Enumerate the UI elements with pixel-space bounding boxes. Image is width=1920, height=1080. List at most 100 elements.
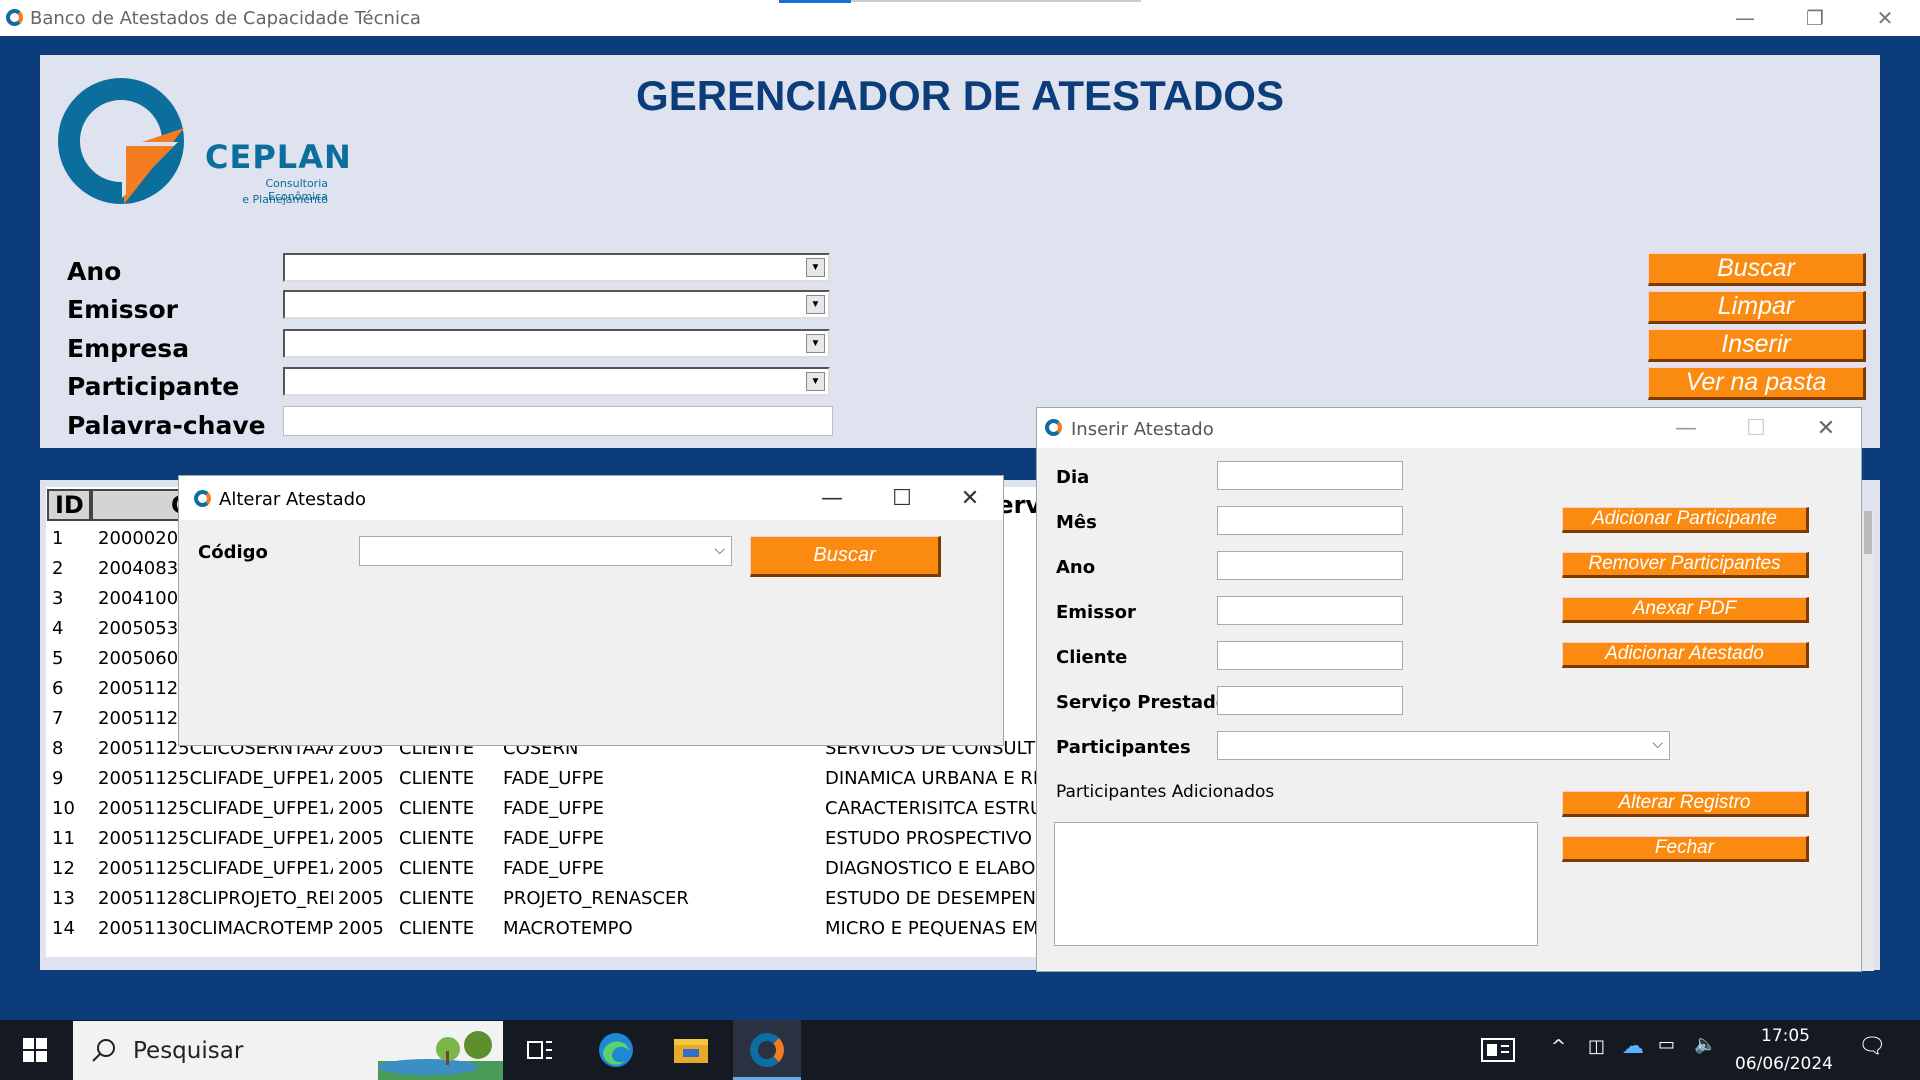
- onedrive-icon[interactable]: ☁: [1622, 1034, 1644, 1059]
- cell-emp: FADE_UFPE: [503, 858, 605, 879]
- cell-id: 4: [52, 618, 64, 639]
- cell-tipo: CLIENTE: [399, 858, 475, 879]
- chevron-down-icon[interactable]: ▼: [806, 372, 825, 391]
- cell-ano: 2005: [338, 858, 384, 879]
- cell-id: 3: [52, 588, 64, 609]
- mes-input[interactable]: [1217, 506, 1403, 535]
- table-row[interactable]: 14 20051130CLIMACROTEMPO1 2005 CLIENTE MACRO…: [46, 915, 1062, 945]
- table-row[interactable]: 9 20051125CLIFADE_UFPE1AA/2005 CLIENTE FADE…: [46, 765, 1058, 795]
- cliente-input[interactable]: [1217, 641, 1403, 670]
- limpar-button[interactable]: Limpar: [1648, 291, 1866, 324]
- dia-label: Dia: [1056, 467, 1090, 488]
- close-button[interactable]: ✕: [1791, 408, 1861, 448]
- notification-icon[interactable]: 🗨: [1858, 1034, 1886, 1059]
- inserir-button[interactable]: Inserir: [1648, 329, 1866, 362]
- empresa-select[interactable]: ▼: [283, 329, 830, 358]
- cell-id: 6: [52, 678, 64, 699]
- cell-code: 20051130CLIMACROTEMPO1: [98, 918, 333, 939]
- table-row[interactable]: 12 20051125CLIFADE_UFPE1AA/2005 CLIENTE FAD…: [46, 855, 1066, 885]
- ano-select[interactable]: ▼: [283, 253, 830, 282]
- cell-tipo: CLIENTE: [399, 798, 475, 819]
- app-icon: [6, 9, 23, 26]
- chevron-down-icon[interactable]: ⌵: [1652, 735, 1663, 752]
- remover-participantes-button[interactable]: Remover Participantes: [1562, 552, 1809, 578]
- chevron-up-icon[interactable]: ^: [1551, 1036, 1566, 1057]
- cell-serv: CARACTERISITCA ESTRUTU: [825, 798, 1068, 819]
- logo-subtitle-2: e Planejamento: [242, 193, 328, 206]
- meet-now-icon[interactable]: ◫: [1588, 1036, 1605, 1057]
- emissor-input[interactable]: [1217, 596, 1403, 625]
- scrollbar-thumb[interactable]: [1864, 511, 1872, 554]
- cell-emp: FADE_UFPE: [503, 828, 605, 849]
- app-icon: [1045, 419, 1062, 436]
- cell-id: 14: [52, 918, 75, 939]
- minimize-button[interactable]: —: [1651, 408, 1721, 448]
- fechar-button[interactable]: Fechar: [1562, 836, 1809, 862]
- chevron-down-icon[interactable]: ▼: [806, 334, 825, 353]
- anexar-pdf-button[interactable]: Anexar PDF: [1562, 597, 1809, 623]
- network-icon[interactable]: ▭: [1658, 1034, 1675, 1055]
- page-title: GERENCIADOR DE ATESTADOS: [636, 72, 1284, 119]
- close-button[interactable]: ✕: [1850, 0, 1920, 36]
- ver-na-pasta-button[interactable]: Ver na pasta: [1648, 367, 1866, 400]
- taskbar-app-active[interactable]: [733, 1020, 801, 1080]
- taskbar-date[interactable]: 06/06/2024: [1735, 1054, 1833, 1074]
- title-accent: [779, 0, 851, 3]
- chevron-down-icon[interactable]: ⌵: [714, 541, 725, 558]
- cell-code: 20051125CLIFADE_UFPE1AA/: [98, 798, 333, 819]
- restore-button[interactable]: ❐: [1780, 0, 1850, 36]
- dia-input[interactable]: [1217, 461, 1403, 490]
- ano-input[interactable]: [1217, 551, 1403, 580]
- minimize-button[interactable]: —: [797, 476, 867, 520]
- task-view-icon[interactable]: [510, 1020, 570, 1080]
- cell-serv: ESTUDO DE DESEMPENHO: [825, 888, 1064, 909]
- ano-label: Ano: [67, 257, 122, 286]
- mes-label: Mês: [1056, 512, 1097, 533]
- grid-header-id[interactable]: ID: [47, 489, 91, 521]
- table-row[interactable]: 10 20051125CLIFADE_UFPE1AA/2005 CLIENTE FAD…: [46, 795, 1067, 825]
- emissor-label: Emissor: [1056, 602, 1136, 623]
- cell-code: 20051128CLIPROJETO_RENAS: [98, 888, 333, 909]
- participantes-adicionados-list[interactable]: [1054, 822, 1538, 946]
- taskbar-time[interactable]: 17:05: [1761, 1026, 1810, 1046]
- chevron-down-icon[interactable]: ▼: [806, 295, 825, 314]
- cell-id: 13: [52, 888, 75, 909]
- participantes-label: Participantes: [1056, 737, 1191, 758]
- close-button[interactable]: ✕: [935, 476, 1005, 520]
- logo-name: CEPLAN: [205, 138, 352, 176]
- taskbar-search[interactable]: Pesquisar: [73, 1021, 503, 1080]
- participante-select[interactable]: ▼: [283, 367, 830, 396]
- minimize-button[interactable]: —: [1710, 0, 1780, 36]
- cell-ano: 2005: [338, 888, 384, 909]
- table-row[interactable]: 13 20051128CLIPROJETO_RENAS2005 CLIENTE PRO…: [46, 885, 1064, 915]
- adicionar-participante-button[interactable]: Adicionar Participante: [1562, 507, 1809, 533]
- grid-scrollbar[interactable]: [1862, 511, 1874, 971]
- participantes-select[interactable]: ⌵: [1217, 731, 1670, 760]
- palavra-chave-input[interactable]: [283, 406, 833, 436]
- cell-tipo: CLIENTE: [399, 828, 475, 849]
- ceplan-logo-icon: [56, 76, 186, 206]
- emissor-select[interactable]: ▼: [283, 290, 830, 319]
- empresa-label: Empresa: [67, 334, 190, 363]
- cell-emp: FADE_UFPE: [503, 798, 605, 819]
- window-title: Banco de Atestados de Capacidade Técnica: [30, 8, 421, 29]
- maximize-button[interactable]: ☐: [1721, 408, 1791, 448]
- codigo-label: Código: [198, 542, 268, 563]
- edge-browser-icon[interactable]: [586, 1020, 646, 1080]
- file-explorer-icon[interactable]: [661, 1020, 721, 1080]
- participante-label: Participante: [67, 372, 240, 401]
- codigo-select[interactable]: ⌵: [359, 536, 732, 566]
- app-icon: [194, 490, 211, 507]
- table-row[interactable]: 11 20051125CLIFADE_UFPE1AA/2005 CLIENTE FAD…: [46, 825, 1065, 855]
- codigo-buscar-button[interactable]: Buscar: [750, 536, 941, 577]
- servico-prestado-input[interactable]: [1217, 686, 1403, 715]
- buscar-button[interactable]: Buscar: [1648, 253, 1866, 286]
- windows-start-icon[interactable]: [5, 1020, 65, 1080]
- cell-id: 9: [52, 768, 64, 789]
- news-widget-icon[interactable]: [1468, 1020, 1528, 1080]
- alterar-registro-button[interactable]: Alterar Registro: [1562, 791, 1809, 817]
- volume-icon[interactable]: 🔈: [1694, 1034, 1716, 1055]
- chevron-down-icon[interactable]: ▼: [806, 258, 825, 277]
- adicionar-atestado-button[interactable]: Adicionar Atestado: [1562, 642, 1809, 668]
- maximize-button[interactable]: ☐: [867, 476, 937, 520]
